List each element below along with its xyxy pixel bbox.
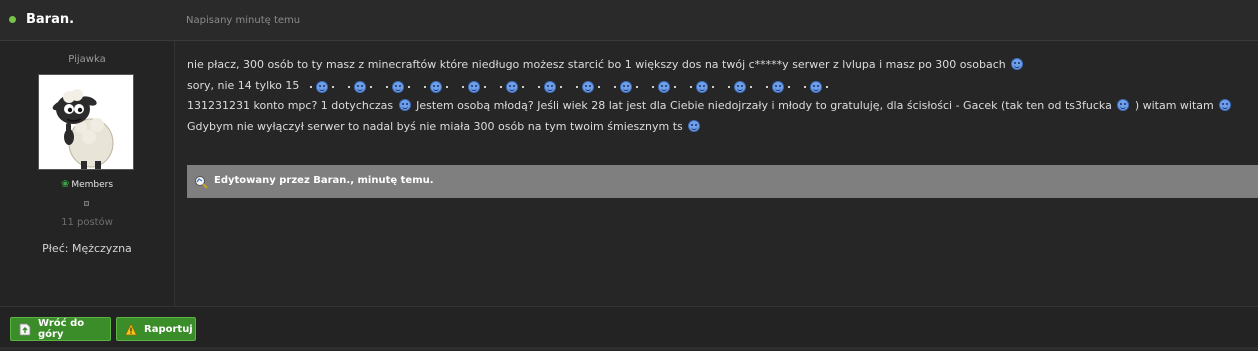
post-date: Napisany minutę temu [186,15,301,26]
smiley-icon [619,80,632,93]
group-icon: ❀ [60,179,70,190]
spinning-smiley-icon [688,78,716,93]
avatar[interactable] [38,74,134,170]
author-name[interactable]: Baran. [26,12,74,27]
spinning-smiley-icon [498,78,526,93]
smiley-icon [695,80,708,93]
spinning-smiley-icon [612,78,640,93]
edited-notice: Edytowany przez Baran., minutę temu. [187,165,1258,198]
smiley-icon [467,80,480,93]
spinning-smiley-icon [726,78,754,93]
reputation-pip [84,201,89,206]
spinning-smiley-icon [764,78,792,93]
smiley-icon [1219,99,1232,111]
spinning-smiley-icon [802,78,830,93]
up-icon [19,323,31,335]
post-line: nie płacz, 300 osób to ty masz z minecra… [187,55,1247,76]
post-body: nie płacz, 300 osób to ty masz z minecra… [187,55,1247,137]
post-text: 131231231 konto mpc? 1 dotychczas [187,99,394,112]
smiley-icon [315,80,328,93]
post-content: nie płacz, 300 osób to ty masz z minecra… [175,41,1258,306]
smiley-icon [505,80,518,93]
smiley-icon [1011,58,1024,70]
post-line: sory, nie 14 tylko 15 [187,76,1247,97]
warning-icon [125,322,137,335]
smiley-icon [543,80,556,93]
smiley-icon [657,80,670,93]
smiley-icon [391,80,404,93]
post-footer: Wróć do góry Raportuj [0,306,1258,351]
spinning-smiley-icon [346,78,374,93]
smiley-icon [429,80,442,93]
spinning-smiley-icon [308,78,336,93]
spinning-smiley-icon [536,78,564,93]
smiley-icon [688,119,701,132]
smiley-icon [1117,99,1130,111]
rank-title: Pijawka [68,54,106,65]
post-text: Jestem osobą młodą? Jeśli wiek 28 lat je… [416,99,1112,112]
smiley-icon [771,80,784,93]
author-sidebar: Pijawka ❀ Members 11 postów Płeć: Mężczy… [0,41,175,306]
smiley-icon [398,99,411,111]
report-label: Raportuj [144,323,193,335]
spinning-smiley-icon [422,78,450,93]
online-indicator [9,16,16,23]
smiley-icon [733,80,746,93]
smiley-icon [353,80,366,93]
post-count: 11 postów [61,217,113,228]
spinning-smiley-icon [574,78,602,93]
gender-field: Płeć: Mężczyzna [42,242,132,255]
back-to-top-label: Wróć do góry [38,318,85,340]
post-header: Baran. Napisany minutę temu [0,0,1258,41]
spinning-smiley-icon [460,78,488,93]
post-line: 131231231 konto mpc? 1 dotychczas Jestem… [187,96,1247,117]
edit-icon [195,176,208,189]
post-line: Gdybym nie wyłączył serwer to nadal byś … [187,117,1247,138]
report-button[interactable]: Raportuj [116,317,196,341]
post-text: Gdybym nie wyłączył serwer to nadal byś … [187,119,683,133]
post-text: sory, nie 14 tylko 15 [187,78,300,92]
back-to-top-button[interactable]: Wróć do góry [10,317,111,341]
smiley-icon [809,80,822,93]
spinning-smiley-icon [650,78,678,93]
spinning-smiley-icon [384,78,412,93]
sheep-avatar-icon [39,75,133,169]
smiley-row [303,78,835,93]
edited-text: Edytowany przez Baran., minutę temu. [214,175,434,186]
smiley-icon [581,80,594,93]
member-group: ❀ Members [0,179,174,190]
group-label: Members [71,180,114,190]
post-text: nie płacz, 300 osób to ty masz z minecra… [187,58,1006,71]
post-text: ) witam witam [1134,99,1214,112]
